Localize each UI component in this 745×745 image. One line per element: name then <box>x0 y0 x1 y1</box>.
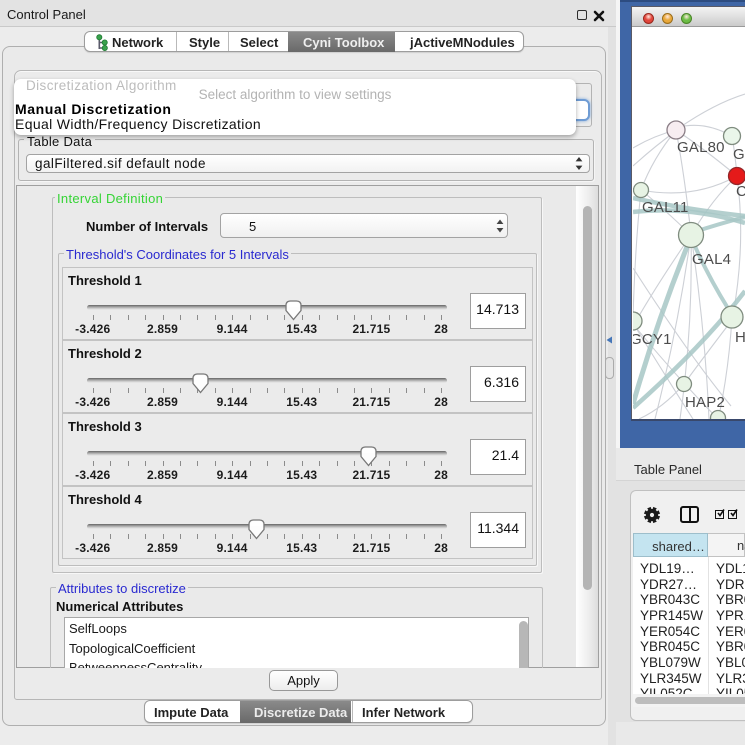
svg-text:GCY1: GCY1 <box>633 331 672 348</box>
svg-text:GAL2: GAL2 <box>733 146 745 163</box>
svg-text:CYC: CYC <box>736 183 745 200</box>
svg-text:HAP2: HAP2 <box>685 394 725 411</box>
svg-text:GAL11: GAL11 <box>642 199 689 216</box>
svg-text:GAL4: GAL4 <box>692 251 731 268</box>
svg-text:HIS: HIS <box>735 329 745 346</box>
svg-text:GAL80: GAL80 <box>677 139 725 156</box>
